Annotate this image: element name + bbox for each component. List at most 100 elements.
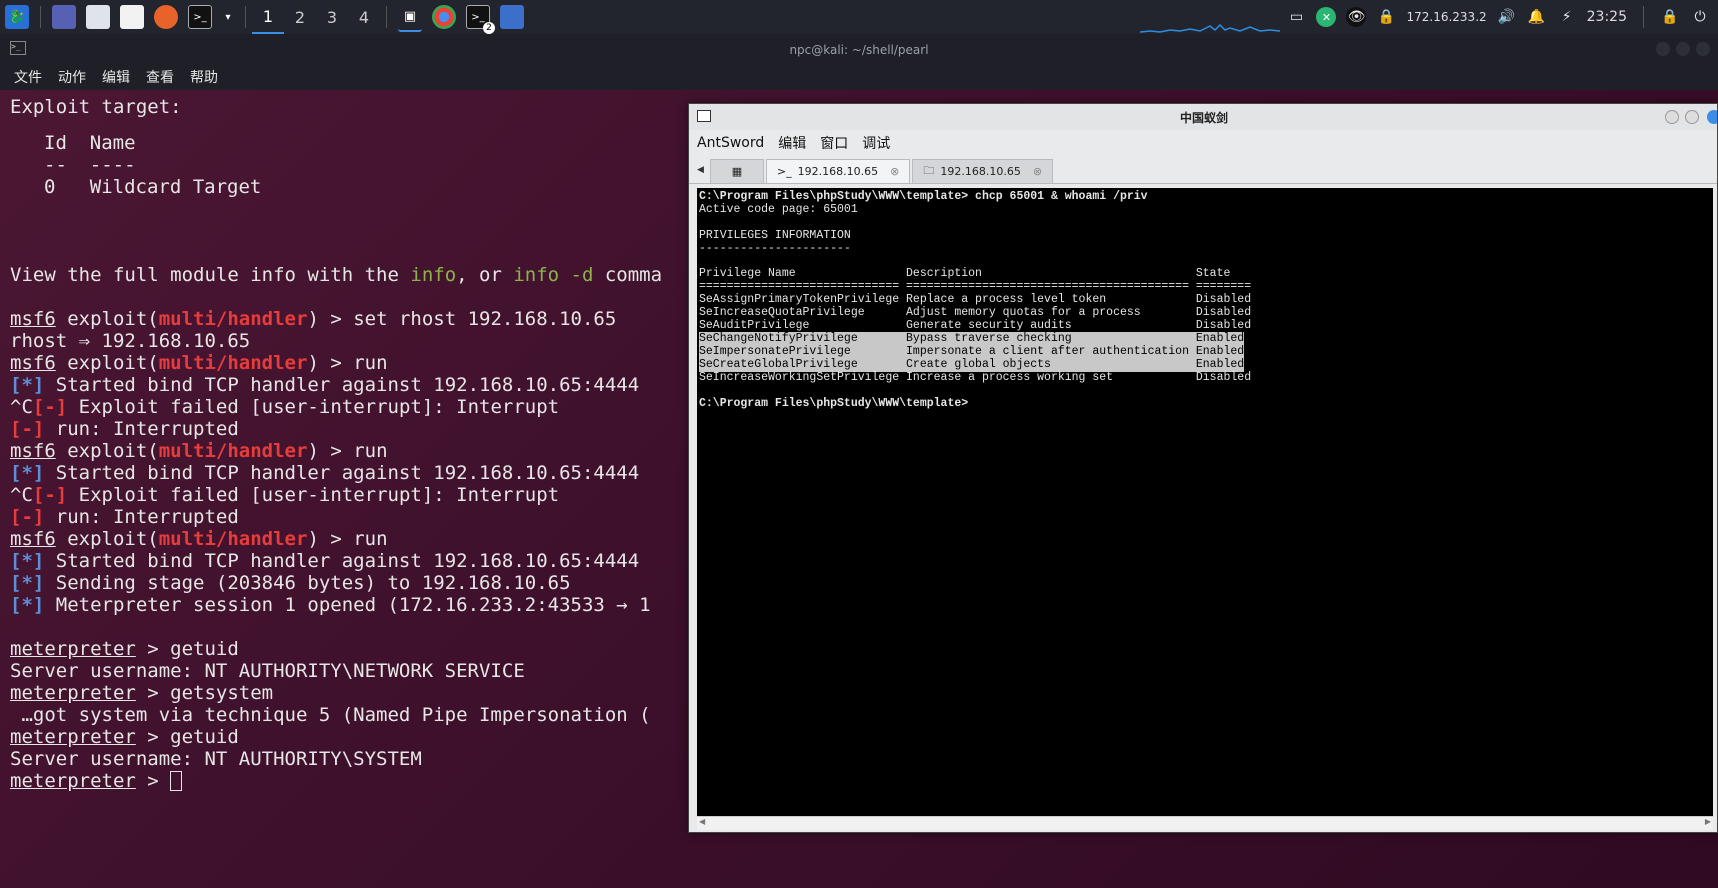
name-col: Name [89,132,136,154]
tab-label: 192.168.10.65 [797,165,879,178]
taskbar-separator [40,6,41,28]
cmd-run: msf6 exploit(multi/handler) > run [10,440,388,462]
tab-scroll-left-icon[interactable]: ◀ [697,165,704,175]
cmd-getsystem: meterpreter > getsystem [10,682,273,704]
console-command: C:\Program Files\phpStudy\WWW\template> … [699,190,1148,203]
folder-icon: 🗀 [923,164,935,177]
close-tab-icon[interactable]: ⊗ [1033,165,1042,178]
exploit-target-heading: Exploit target: [10,96,182,118]
menu-antsword[interactable]: AntSword [697,135,764,151]
status-line: [*] Started bind TCP handler against 192… [10,462,639,484]
rhost-echo: rhost ⇒ 192.168.10.65 [10,330,251,352]
clock[interactable]: 23:25 [1587,9,1627,25]
close-button[interactable] [1707,110,1717,124]
network-lock-icon[interactable]: 🔒 [1376,7,1396,27]
error-line: ^C[-] Exploit failed [user-interrupt]: I… [10,396,559,418]
privilege-row: SeIncreaseQuotaPrivilege Adjust memory q… [699,306,1252,319]
privilege-row-selected: SeImpersonatePrivilege Impersonate a cli… [699,345,1245,359]
scroll-left-icon[interactable]: ◀ [699,817,705,826]
taskbar-separator [245,6,246,28]
antsword-tabbar: ◀ ▦ >_ 192.168.10.65 ⊗ 🗀 192.168.10.65 ⊗ [689,156,1717,184]
error-text: Exploit failed [user-interrupt]: Interru… [67,396,560,418]
target-row: 0 Wildcard Target [44,176,261,198]
cmd-run: msf6 exploit(multi/handler) > run [10,528,388,550]
workspace-2[interactable]: 2 [284,0,316,34]
logout-icon[interactable]: ⏻ [1690,7,1710,27]
folder-window-icon[interactable] [500,5,524,29]
maximize-button[interactable] [1676,42,1690,56]
menu-window[interactable]: 窗口 [820,133,848,153]
workspace-3[interactable]: 3 [316,0,348,34]
info-marker: [*] [10,594,45,616]
msf6-prompt: msf6 [10,352,56,374]
menu-debug[interactable]: 调试 [862,133,890,153]
scroll-right-icon[interactable]: ▶ [1705,817,1711,826]
network-graph [1140,23,1280,33]
window-button-icon[interactable]: ▣ [398,2,422,32]
error-text: run: Interrupted [44,506,239,528]
power-manager-icon[interactable]: ⚡ [1557,7,1577,27]
desktop-icon[interactable] [52,5,76,29]
system-tray: ▭ ✕ 👁 🔒 172.16.233.2 🔊 🔔 ⚡ 23:25 🔒 ⏻ [1286,0,1718,34]
target-table-rule: -- ---- [44,154,136,176]
antsword-console[interactable]: C:\Program Files\phpStudy\WWW\template> … [697,188,1713,816]
error-line: [-] run: Interrupted [10,506,239,528]
text-cursor [170,771,183,791]
status-line: [*] Meterpreter session 1 opened (172.16… [10,594,651,616]
firefox-icon[interactable] [154,5,178,29]
menu-help[interactable]: 帮助 [190,67,218,87]
maximize-button[interactable] [1685,110,1699,124]
exploit-word: exploit( [55,440,159,462]
chevron-down-icon[interactable]: ▾ [222,5,234,29]
module-name: multi/handler [158,352,308,374]
text-editor-icon[interactable] [120,5,144,29]
kali-menu-icon[interactable]: 🐉 [5,5,29,29]
chrome-icon[interactable] [432,5,456,29]
lock-screen-icon[interactable]: 🔒 [1660,7,1680,27]
minimize-button[interactable] [1665,110,1679,124]
close-tab-icon[interactable]: ⊗ [890,165,899,178]
cmd-text: > [135,770,171,792]
terminal-icon[interactable]: >_ [188,5,212,29]
info-d-cmd: info -d [513,264,594,286]
workspace-4[interactable]: 4 [348,0,380,34]
cmd-current[interactable]: meterpreter > [10,770,183,792]
tab-label: 192.168.10.65 [940,165,1021,178]
meterpreter-prompt: meterpreter [10,726,136,748]
privilege-row-selected: SeChangeNotifyPrivilege Bypass traverse … [699,332,1245,346]
menu-edit[interactable]: 编辑 [102,67,130,87]
workspace-1[interactable]: 1 [252,0,284,34]
grid-icon: ▦ [731,165,743,178]
volume-icon[interactable]: 🔊 [1497,7,1517,27]
alien-icon[interactable]: 👁 [1346,7,1367,27]
info-marker: [*] [10,374,45,396]
ctrlc: ^C [10,484,33,506]
menu-view[interactable]: 查看 [146,67,174,87]
terminal-window-icon[interactable]: >_ 2 [466,5,495,34]
file-manager-icon[interactable] [86,5,110,29]
screen-icon[interactable]: ▭ [1286,7,1306,27]
menu-edit[interactable]: 编辑 [778,133,806,153]
msf6-prompt: msf6 [10,308,56,330]
msf6-prompt: msf6 [10,440,56,462]
console-output: Active code page: 65001 [699,203,858,216]
close-button[interactable] [1696,42,1710,56]
antsword-titlebar: 中国蚁剑 [689,104,1717,130]
console-output: PRIVILEGES INFORMATION [699,229,851,242]
vpn-icon[interactable]: ✕ [1316,7,1337,27]
menu-file[interactable]: 文件 [14,67,42,87]
minimize-button[interactable] [1656,42,1670,56]
target-table-header: Id Name [44,132,136,154]
menu-action[interactable]: 动作 [58,67,86,87]
error-marker: [-] [10,506,45,528]
tab-terminal[interactable]: >_ 192.168.10.65 ⊗ [765,159,911,183]
tab-files[interactable]: 🗀 192.168.10.65 ⊗ [912,159,1054,183]
id-rule: -- [44,154,67,176]
notification-bell-icon[interactable]: 🔔 [1527,7,1547,27]
cmd-set-rhost: msf6 exploit(multi/handler) > set rhost … [10,308,616,330]
tab-home[interactable]: ▦ [709,159,764,183]
horizontal-scrollbar[interactable]: ◀ ▶ [697,816,1713,830]
cmd-getuid: meterpreter > getuid [10,726,239,748]
cmd-text: ) > set rhost 192.168.10.65 [307,308,617,330]
privilege-table-header: Privilege Name Description State [699,267,1231,280]
